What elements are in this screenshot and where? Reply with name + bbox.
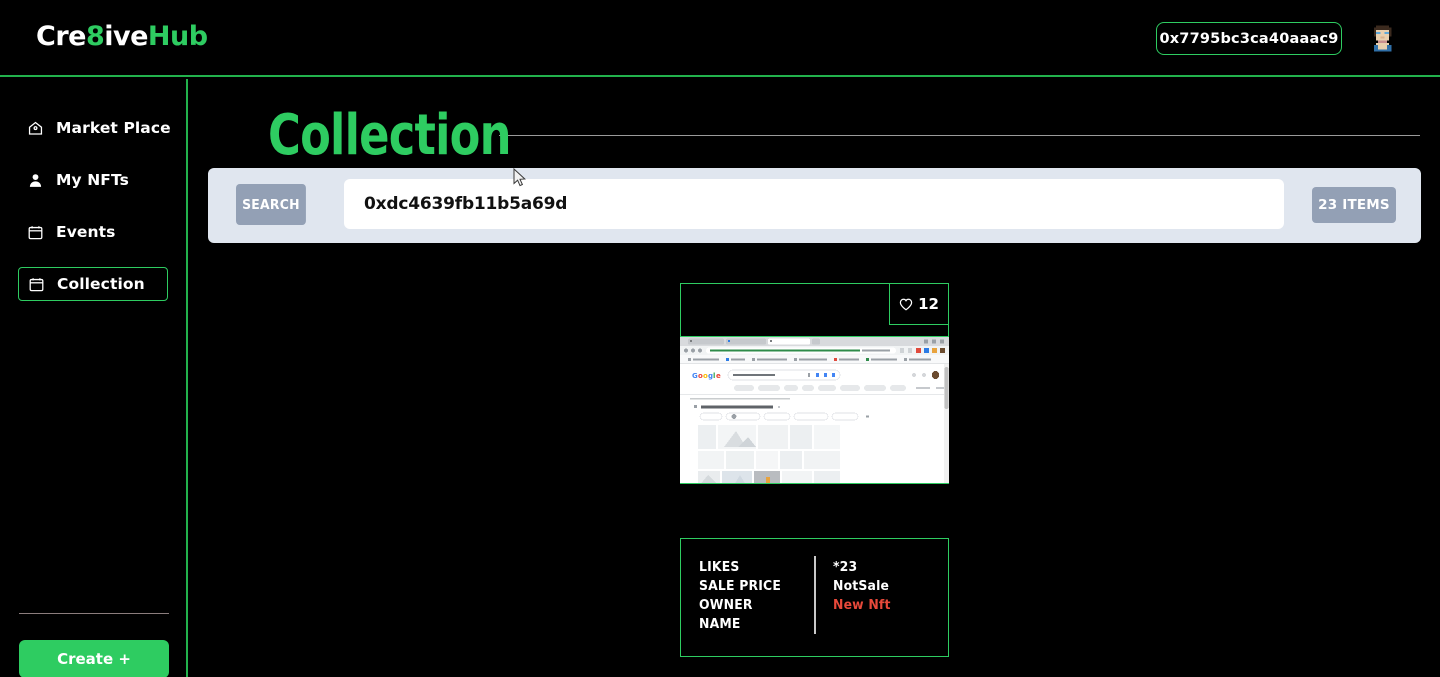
title-rule <box>499 134 1420 136</box>
sidebar-item-label: My NFTs <box>56 171 129 189</box>
items-count-badge[interactable]: 23 ITEMS <box>1312 187 1396 223</box>
logo-text-part1: Cre <box>36 21 86 52</box>
nft-details: LIKES SALE PRICE OWNER NAME *23 NotSale … <box>681 539 948 656</box>
sidebar-divider <box>19 613 169 614</box>
wallet-address-label: 0x7795bc3ca40aaac9 <box>1159 30 1339 47</box>
pixel-avatar-icon[interactable] <box>1365 21 1400 56</box>
nft-detail-values: *23 NotSale New Nft <box>816 539 896 656</box>
value-sale-price: NotSale <box>832 578 889 594</box>
sidebar-item-collection[interactable]: Collection <box>18 267 168 301</box>
sidebar-item-events[interactable]: Events <box>18 215 168 249</box>
nft-card[interactable]: 12 G o o g l e LIKES SALE PRICE OWNER NA… <box>680 283 949 657</box>
label-name: NAME <box>699 616 741 632</box>
sidebar-item-label: Events <box>56 223 116 241</box>
create-button[interactable]: Create + <box>19 640 169 677</box>
home-icon <box>27 120 44 137</box>
heart-icon <box>899 298 913 310</box>
calendar-icon <box>27 224 44 241</box>
sidebar-item-my-nfts[interactable]: My NFTs <box>18 163 168 197</box>
likes-count-label: 12 <box>918 295 939 313</box>
logo-text-part4: Hub <box>147 21 208 52</box>
app-header: Cre8iveHub 0x7795bc3ca40aaac9 <box>0 0 1440 77</box>
value-likes: *23 <box>832 559 857 575</box>
mouse-cursor <box>513 168 526 187</box>
sidebar-item-label: Collection <box>57 275 145 293</box>
wallet-address-button[interactable]: 0x7795bc3ca40aaac9 <box>1156 22 1342 55</box>
nft-detail-labels: LIKES SALE PRICE OWNER NAME <box>681 539 814 656</box>
search-input[interactable] <box>344 179 1284 229</box>
search-panel: SEARCH 23 ITEMS <box>208 168 1421 243</box>
likes-badge[interactable]: 12 <box>889 283 949 325</box>
page-title-row: Collection <box>268 95 1420 175</box>
main-content: Collection SEARCH 23 ITEMS 12 <box>190 79 1440 677</box>
label-sale-price: SALE PRICE <box>699 578 782 594</box>
label-likes: LIKES <box>699 559 740 575</box>
svg-text:e: e <box>716 372 721 380</box>
search-button[interactable]: SEARCH <box>236 184 306 225</box>
label-owner: OWNER <box>699 597 753 613</box>
nft-media-image[interactable]: G o o g l e <box>680 336 949 484</box>
sidebar: Market Place My NFTs Events Collection C… <box>0 79 188 677</box>
person-icon <box>27 172 44 189</box>
app-logo[interactable]: Cre8iveHub <box>36 21 208 52</box>
nft-card-spacer <box>680 484 949 539</box>
page-title: Collection <box>268 102 512 168</box>
value-owner: New Nft <box>832 597 891 613</box>
logo-text-part3: ive <box>104 21 148 52</box>
calendar-icon <box>28 276 45 293</box>
logo-text-part2: 8 <box>85 21 105 52</box>
sidebar-item-market-place[interactable]: Market Place <box>18 111 171 145</box>
sidebar-item-label: Market Place <box>56 119 171 137</box>
